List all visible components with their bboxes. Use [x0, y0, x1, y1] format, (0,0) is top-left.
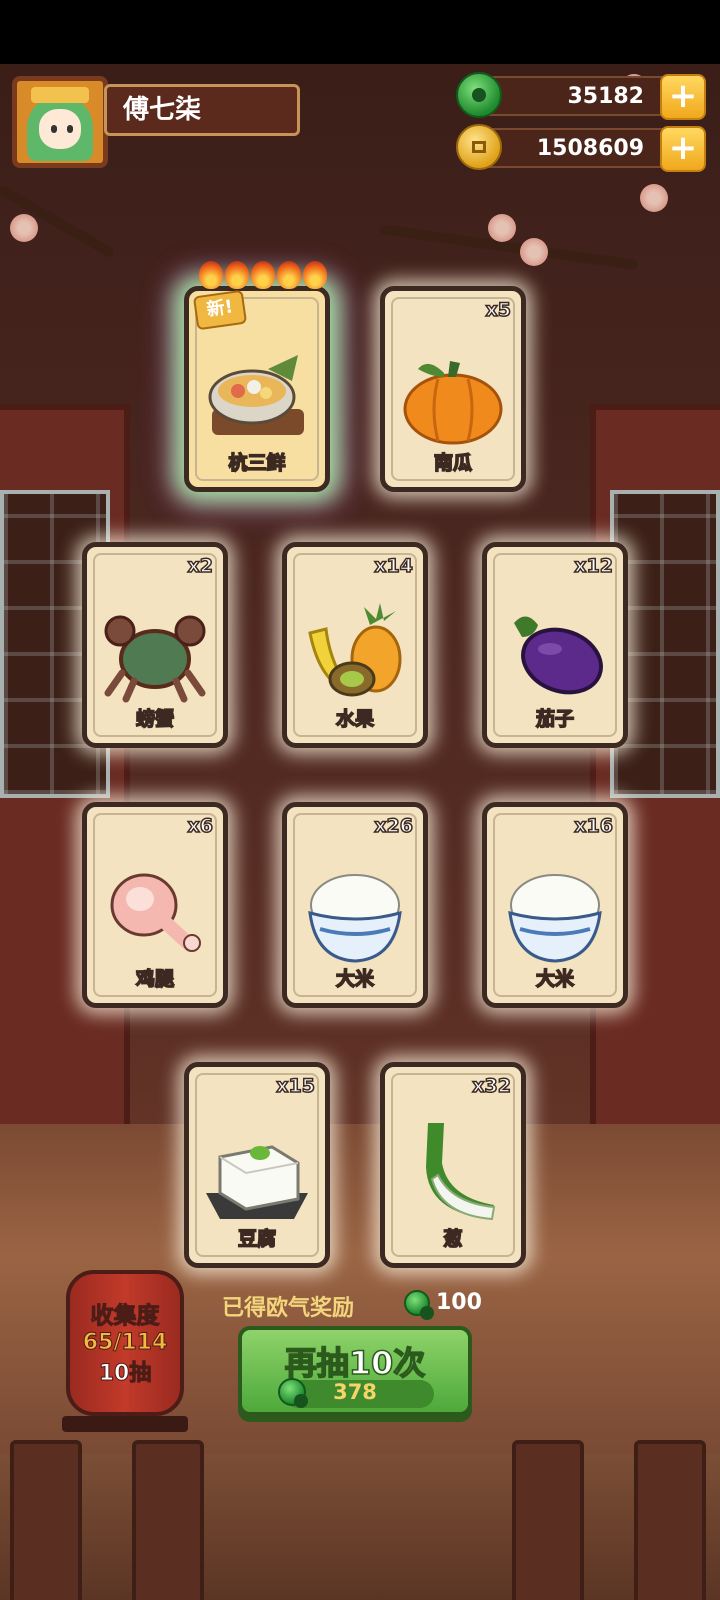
- card-rice-26[interactable]: x26 大米: [282, 802, 428, 1008]
- flame-icon: [277, 261, 301, 289]
- blossom: [640, 184, 668, 212]
- player-avatar[interactable]: [12, 76, 108, 168]
- flame-icon: [251, 261, 275, 289]
- card-count: x15: [276, 1074, 316, 1098]
- card-label: 杭三鲜: [228, 451, 287, 475]
- gold-coin-icon: [456, 124, 502, 170]
- card-label: 大米: [535, 967, 575, 991]
- eggplant-icon: [514, 616, 603, 695]
- jade-coin-icon: [404, 1290, 434, 1320]
- collection-lantern[interactable]: 收集度 65/114 10抽: [66, 1270, 184, 1416]
- fence-post: [512, 1440, 584, 1600]
- left-door: [0, 404, 130, 1144]
- card-count: x32: [472, 1074, 512, 1098]
- new-badge: 新!: [192, 289, 248, 331]
- blossom: [10, 214, 38, 242]
- card-count: x2: [187, 554, 214, 578]
- card-label: 鸡腿: [135, 967, 175, 991]
- flame-icon: [199, 261, 223, 289]
- card-label: 水果: [335, 707, 375, 731]
- card-count: x5: [485, 298, 512, 322]
- draw-cost: 378: [333, 1380, 377, 1404]
- jade-coin-icon: [456, 72, 502, 118]
- fruit-icon: [308, 603, 402, 697]
- card-label: 南瓜: [433, 451, 473, 475]
- flame-icon: [225, 261, 249, 289]
- blossom: [520, 238, 548, 266]
- add-jade-button[interactable]: +: [660, 74, 706, 120]
- rarity-flames: [199, 261, 329, 291]
- flame-icon: [303, 261, 327, 289]
- card-rice-16[interactable]: x16 大米: [482, 802, 628, 1008]
- scallion-icon: [426, 1123, 496, 1221]
- card-count: x12: [574, 554, 614, 578]
- card-tofu[interactable]: x15 豆腐: [184, 1062, 330, 1268]
- fence-post: [10, 1440, 82, 1600]
- blossom: [488, 214, 516, 242]
- rice-bowl-icon: [508, 874, 602, 963]
- luck-reward-label: 已得欧气奖励: [222, 1296, 355, 1321]
- hangzhou-stew-icon: [208, 355, 304, 435]
- card-count: x26: [374, 814, 414, 838]
- card-label: 螃蟹: [135, 707, 175, 731]
- pumpkin-icon: [403, 361, 503, 445]
- collection-progress: 65/114: [82, 1330, 168, 1356]
- card-scallion[interactable]: x32 葱: [380, 1062, 526, 1268]
- card-label: 葱: [443, 1227, 464, 1251]
- collection-title: 收集度: [90, 1303, 160, 1330]
- luck-reward-value: 100: [436, 1290, 482, 1315]
- rice-bowl-icon: [308, 874, 402, 963]
- lantern-stand: [62, 1416, 188, 1432]
- drumstick-icon: [110, 873, 201, 952]
- card-count: x6: [187, 814, 214, 838]
- card-label: 豆腐: [237, 1227, 277, 1251]
- card-fruit[interactable]: x14 水果: [282, 542, 428, 748]
- right-door: [590, 404, 720, 1144]
- gold-amount: 1508609: [536, 136, 644, 161]
- card-eggplant[interactable]: x12 茄子: [482, 542, 628, 748]
- add-gold-button[interactable]: +: [660, 126, 706, 172]
- player-name: 傅七柒: [104, 84, 300, 136]
- crab-icon: [104, 615, 206, 703]
- jade-amount: 35182: [567, 84, 644, 109]
- fence-post: [634, 1440, 706, 1600]
- card-pumpkin[interactable]: x5 南瓜: [380, 286, 526, 492]
- jade-currency: 35182 +: [456, 72, 706, 120]
- card-label: 大米: [335, 967, 375, 991]
- tofu-icon: [206, 1145, 308, 1219]
- card-crab[interactable]: x2 螃蟹: [82, 542, 228, 748]
- card-drumstick[interactable]: x6 鸡腿: [82, 802, 228, 1008]
- card-count: x16: [574, 814, 614, 838]
- card-count: x14: [374, 554, 414, 578]
- card-hangzhou-stew[interactable]: 新! 杭三鲜: [184, 261, 330, 492]
- draw-again-label: 再抽10次: [284, 1343, 426, 1383]
- card-label: 茄子: [535, 707, 575, 731]
- gold-currency: 1508609 +: [456, 124, 706, 172]
- fence-post: [132, 1440, 204, 1600]
- collection-draws: 10抽: [98, 1361, 152, 1387]
- draw-again-button[interactable]: 再抽10次 378: [238, 1326, 472, 1416]
